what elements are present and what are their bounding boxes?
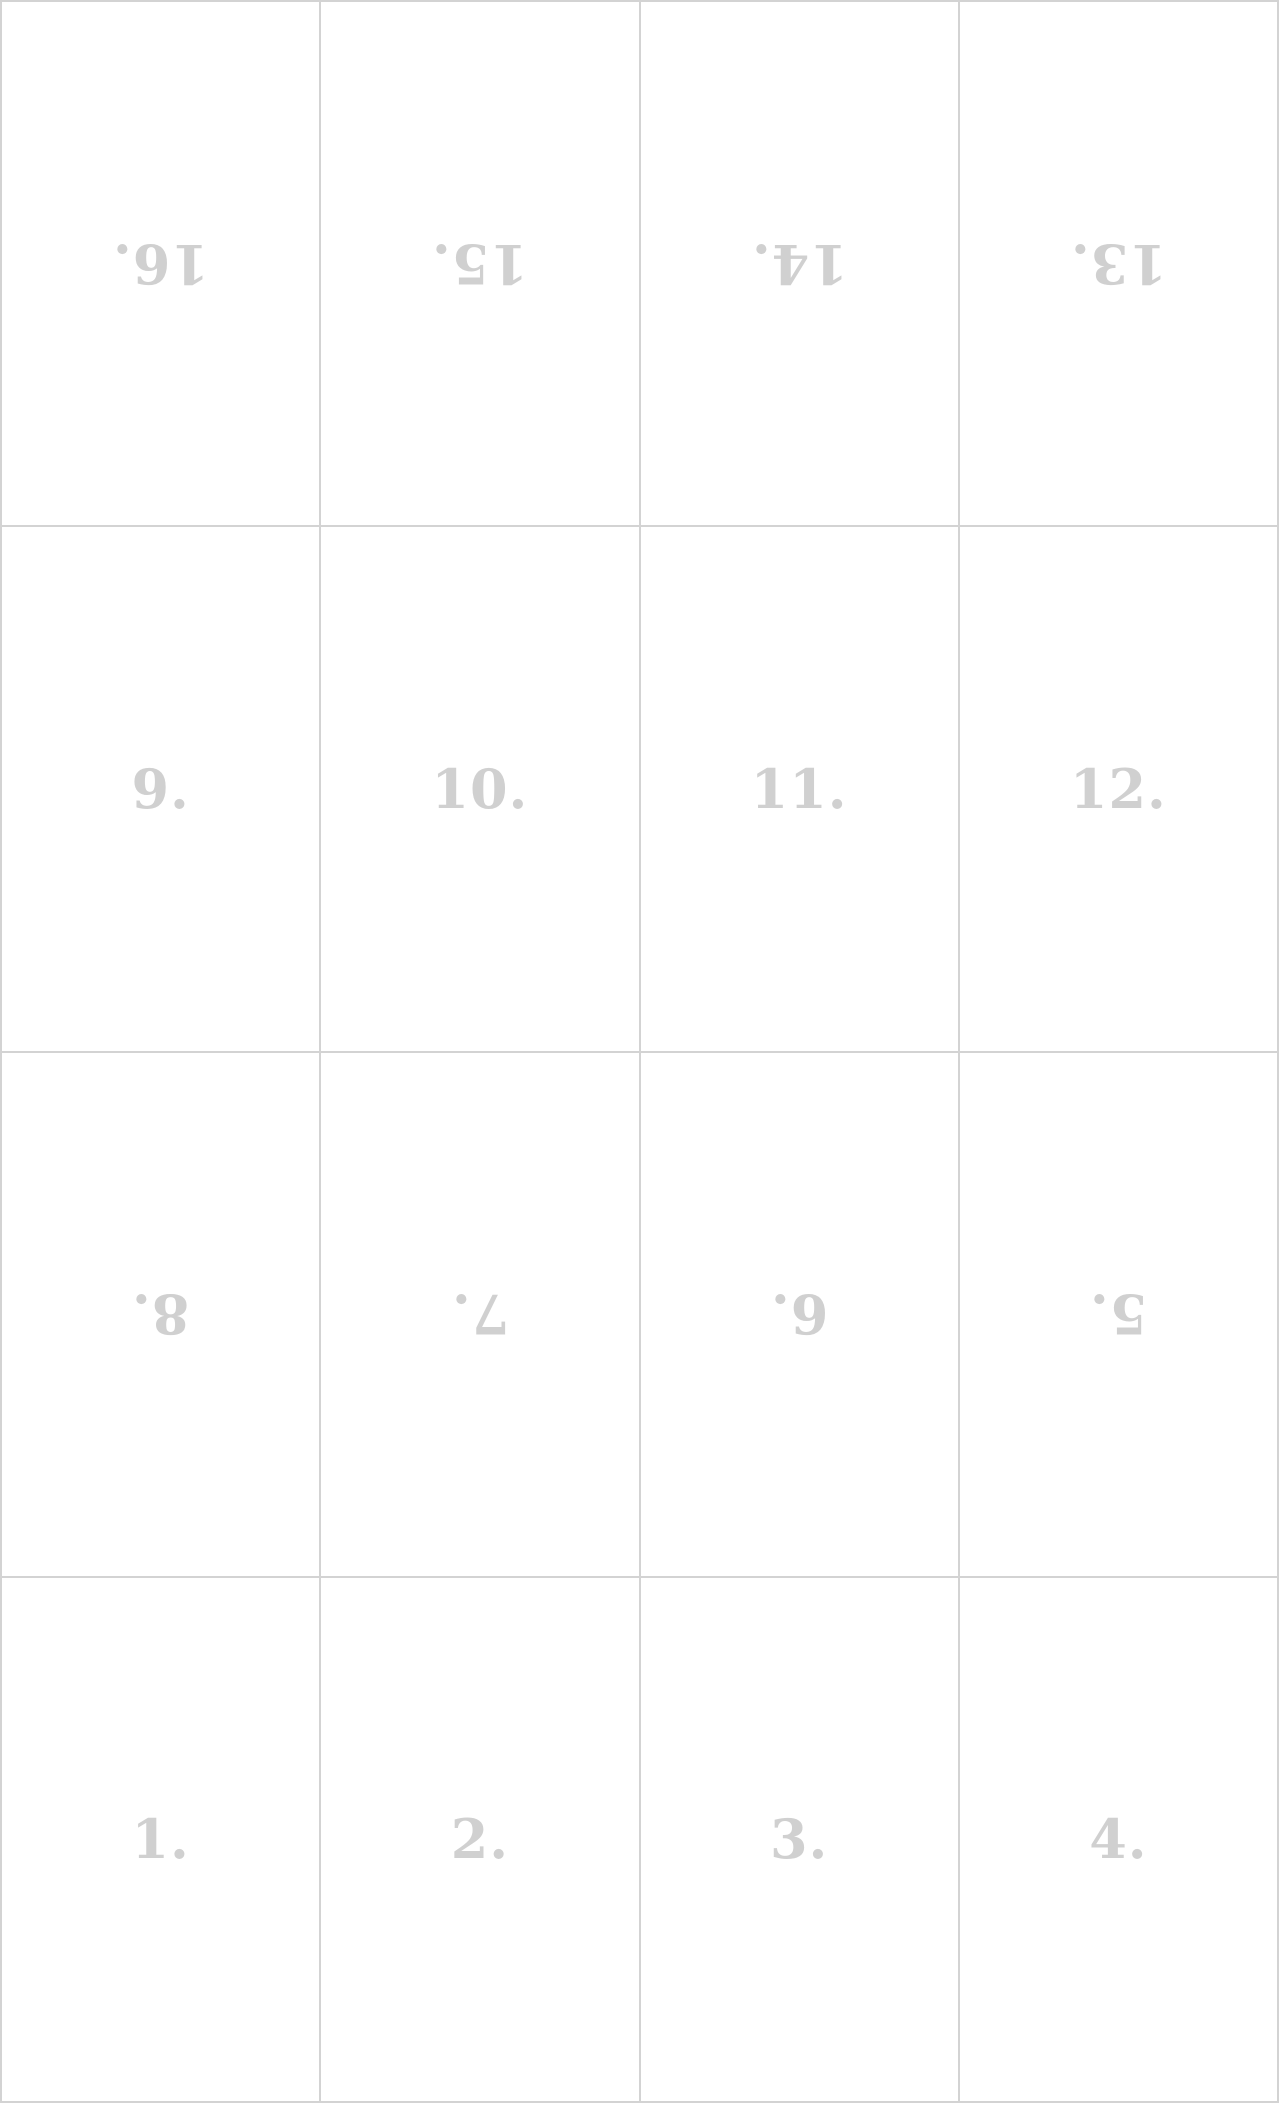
page-cell: 12. [959,527,1279,1053]
page-number-label: 1. [131,1807,190,1872]
page-number-label: 6. [769,1282,829,1347]
page-cell: 9. [2,527,322,1053]
page-number-label: 9. [131,756,190,821]
page-cell: 16. [2,2,322,528]
page-cell: 11. [640,527,960,1053]
page-cell: 8. [2,1052,322,1578]
page-number-label: 4. [1089,1807,1148,1872]
page-number-label: 2. [450,1807,510,1872]
page-cell: 6. [640,1052,960,1578]
page-number-label: 5. [1089,1282,1148,1347]
page-cell: 10. [321,527,641,1053]
page-cell: 3. [640,1577,960,2103]
page-cell: 5. [959,1052,1279,1578]
page-cell: 7. [321,1052,641,1578]
page-number-label: 15. [431,231,529,296]
page-cell: 4. [959,1577,1279,2103]
page-cell: 13. [959,2,1279,528]
page-number-label: 7. [450,1282,510,1347]
page-number-label: 10. [431,756,529,821]
page-number-label: 14. [750,231,848,296]
page-number-label: 16. [112,231,210,296]
page-number-label: 11. [750,756,848,821]
page-cell: 2. [321,1577,641,2103]
page-number-label: 12. [1069,756,1167,821]
page-cell: 1. [2,1577,322,2103]
page-number-label: 8. [131,1282,190,1347]
page-number-label: 3. [769,1807,829,1872]
page-cell: 15. [321,2,641,528]
page-imposition-grid: 16. 15. 14. 13. 9. 10. 11. 12. 8. 7. 6. … [0,0,1279,2103]
page-cell: 14. [640,2,960,528]
page-number-label: 13. [1069,231,1167,296]
